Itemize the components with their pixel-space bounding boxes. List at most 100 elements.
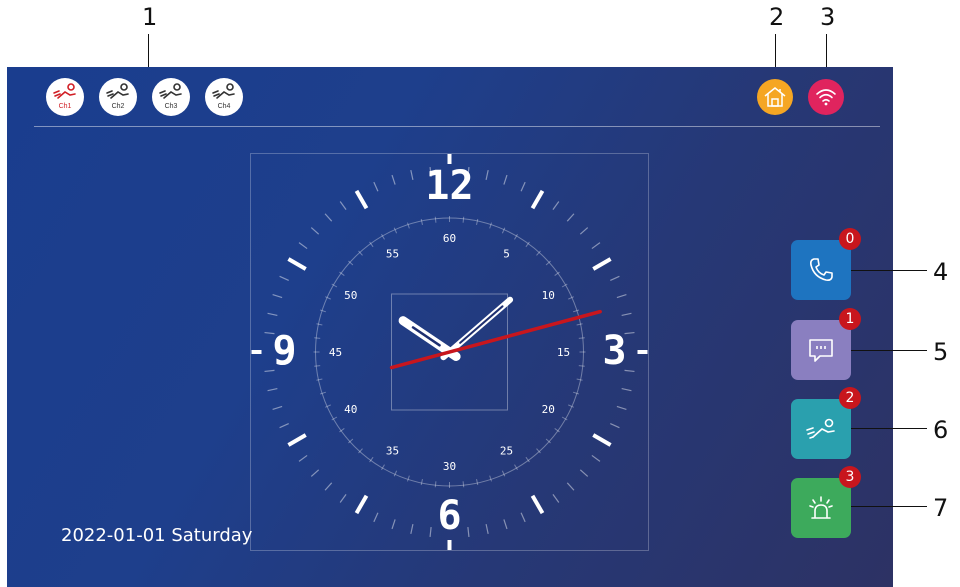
minute-label: 10 — [542, 289, 555, 302]
badge-count: 0 — [839, 228, 861, 250]
call-log-button[interactable]: 0 — [791, 228, 861, 300]
motion-icon — [159, 83, 182, 99]
leader-line-5 — [851, 350, 927, 351]
outer-minute-tick — [373, 181, 379, 192]
leader-line-6 — [851, 428, 927, 429]
minute-tick — [462, 481, 465, 488]
minute-tick — [572, 309, 579, 313]
badge-count: 1 — [839, 308, 861, 330]
outer-minute-tick — [267, 388, 278, 392]
minute-tick — [406, 475, 410, 482]
callout-6: 6 — [933, 416, 949, 444]
outer-minute-tick — [410, 169, 414, 180]
messages-button[interactable]: 1 — [791, 308, 861, 380]
minute-hand-inner — [459, 305, 504, 344]
outer-minute-tick — [324, 482, 333, 491]
outer-minute-tick — [610, 275, 620, 281]
badge-count: 2 — [839, 387, 861, 409]
hour-label: 6 — [437, 493, 461, 539]
motion-icon — [106, 83, 129, 99]
outer-minute-tick — [485, 524, 489, 535]
outer-minute-tick — [616, 405, 627, 411]
channel-ch4[interactable]: Ch4 — [205, 78, 243, 116]
minute-label: 20 — [542, 403, 555, 416]
minute-label: 45 — [329, 346, 342, 359]
minute-tick — [316, 378, 323, 381]
minute-label: 50 — [344, 289, 357, 302]
minute-tick — [476, 218, 479, 225]
outer-minute-tick — [310, 227, 320, 235]
message-icon — [809, 339, 833, 362]
minute-label: 25 — [500, 445, 513, 458]
home-status-button[interactable] — [757, 79, 793, 115]
hour-tick — [530, 494, 545, 515]
minute-label: 5 — [503, 247, 510, 260]
motion-events-button[interactable]: 2 — [791, 387, 861, 459]
outer-minute-tick — [298, 454, 308, 462]
minute-tick — [420, 218, 423, 225]
minute-tick — [320, 309, 327, 313]
home-icon — [764, 87, 786, 107]
leader-line-7 — [851, 506, 927, 507]
outer-minute-tick — [410, 524, 414, 535]
channel-label: Ch3 — [164, 103, 178, 110]
outer-minute-tick — [591, 454, 601, 462]
phone-icon — [810, 258, 833, 281]
motion-icon — [53, 83, 76, 99]
minute-tick — [578, 365, 585, 367]
outer-minute-tick — [520, 181, 526, 192]
minute-tick — [578, 337, 585, 339]
channel-ch1[interactable]: Ch1 — [46, 78, 84, 116]
hour-tick — [530, 189, 545, 210]
minute-tick — [489, 222, 493, 229]
outer-minute-tick — [298, 242, 308, 250]
minute-label: 55 — [386, 247, 399, 260]
outer-minute-tick — [591, 242, 601, 250]
callout-5: 5 — [933, 338, 949, 366]
alarm-icon — [809, 496, 833, 519]
outer-minute-tick — [610, 423, 620, 429]
outer-minute-tick — [391, 174, 396, 185]
outer-minute-tick — [272, 405, 283, 411]
hour-tick — [287, 433, 307, 447]
minute-tick — [576, 323, 583, 326]
outer-minute-tick — [616, 293, 627, 299]
channel-label: Ch1 — [58, 103, 72, 110]
hour-tick — [354, 189, 369, 210]
channel-ch2[interactable]: Ch2 — [99, 78, 137, 116]
motion-icon — [806, 418, 835, 439]
channel-label: Ch2 — [111, 103, 125, 110]
callout-4: 4 — [933, 258, 949, 286]
channel-ch3[interactable]: Ch3 — [152, 78, 190, 116]
alarm-button[interactable]: 3 — [791, 466, 861, 538]
callout-7: 7 — [933, 494, 949, 522]
hour-label: 12 — [425, 163, 473, 209]
minute-tick — [314, 337, 321, 339]
minute-label: 15 — [557, 346, 570, 359]
header-divider — [34, 126, 880, 127]
hour-hand-inner — [411, 326, 441, 347]
wifi-status-button[interactable] — [808, 79, 844, 115]
outer-minute-tick — [552, 494, 560, 503]
hour-tick — [287, 257, 307, 271]
minute-tick — [576, 378, 583, 381]
callout-1: 1 — [142, 3, 158, 31]
minute-tick — [320, 391, 327, 395]
wifi-icon — [816, 89, 836, 106]
outer-minute-tick — [267, 312, 278, 316]
outer-minute-tick — [485, 169, 489, 180]
hour-tick — [354, 494, 369, 515]
date-label: 2022-01-01 Saturday — [61, 525, 253, 546]
motion-icon — [212, 83, 235, 99]
outer-minute-tick — [503, 519, 508, 530]
outer-minute-tick — [520, 512, 526, 523]
minute-tick — [420, 479, 423, 486]
outer-minute-tick — [621, 312, 632, 316]
outer-minute-tick — [566, 482, 575, 491]
minute-label: 35 — [386, 445, 399, 458]
outer-minute-tick — [391, 519, 396, 530]
callout-3: 3 — [820, 3, 836, 31]
badge-count: 3 — [839, 466, 861, 488]
channel-label: Ch4 — [217, 103, 231, 110]
second-hand — [389, 309, 602, 370]
